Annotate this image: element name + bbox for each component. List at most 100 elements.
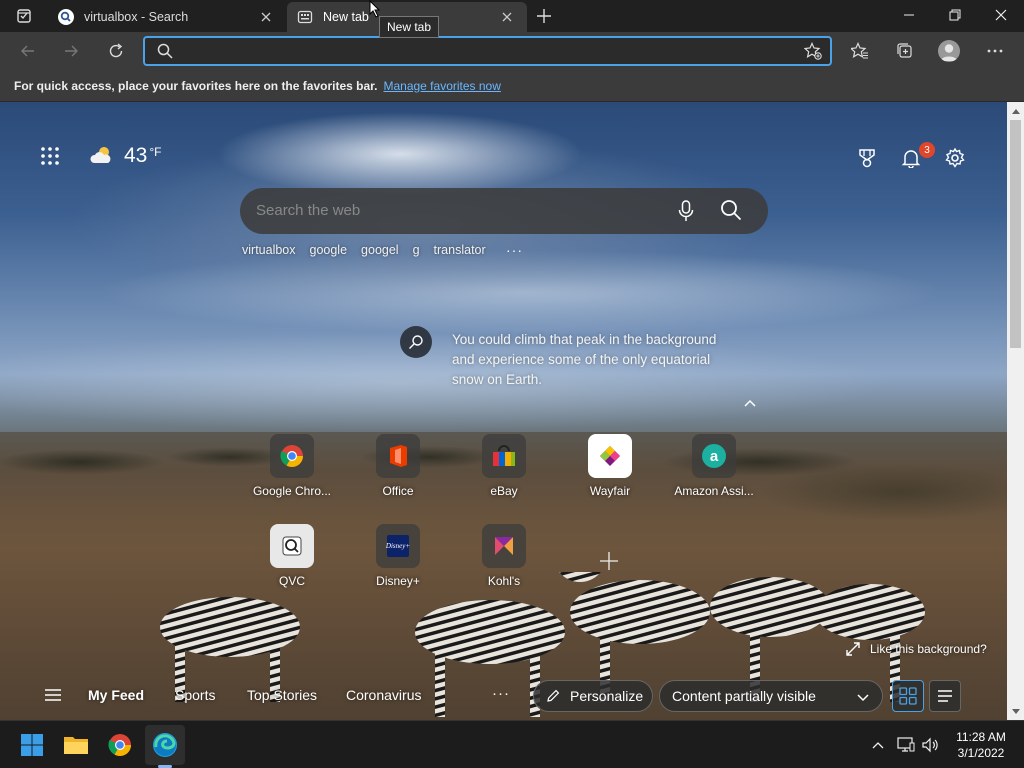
- quick-link-tile-kohls[interactable]: Kohl's: [456, 524, 552, 594]
- forward-button[interactable]: [56, 36, 86, 66]
- address-input[interactable]: [183, 41, 783, 61]
- edge-taskbar-icon[interactable]: [145, 725, 185, 765]
- recent-search-item[interactable]: virtualbox: [242, 243, 296, 257]
- voice-search-microphone-icon[interactable]: [678, 200, 694, 225]
- temperature: 43: [124, 144, 148, 167]
- quick-link-tile-ebay[interactable]: eBay: [456, 434, 552, 504]
- notifications-count-badge: 3: [919, 142, 935, 158]
- quick-link-tile-qvc[interactable]: QVC: [244, 524, 340, 594]
- tile-label: Office: [382, 484, 414, 498]
- restore-button[interactable]: [932, 0, 978, 30]
- recent-searches: virtualbox google googel g translator: [242, 243, 500, 257]
- show-hidden-icons-chevron-icon[interactable]: [868, 735, 888, 755]
- favorites-bar-message: For quick access, place your favorites h…: [14, 78, 378, 93]
- tab-title: virtualbox - Search: [84, 10, 189, 24]
- mouse-cursor-icon: [369, 0, 381, 21]
- tile-label: Kohl's: [487, 574, 521, 588]
- recent-searches-more-button[interactable]: ···: [506, 242, 523, 258]
- scroll-up-arrow-icon[interactable]: [1007, 102, 1024, 119]
- content-visibility-dropdown[interactable]: Content partially visible: [659, 680, 883, 712]
- weather-widget[interactable]: 43 °F: [90, 144, 162, 168]
- address-bar[interactable]: [143, 36, 832, 66]
- chrome-taskbar-icon[interactable]: [100, 725, 140, 765]
- page-settings-gear-icon[interactable]: [943, 146, 967, 170]
- clock-time: 11:28 AM: [956, 730, 1006, 744]
- office-icon: [376, 434, 420, 478]
- collections-icon[interactable]: [890, 36, 920, 66]
- file-explorer-icon[interactable]: [56, 725, 96, 765]
- quick-link-tile-disney-plus[interactable]: Disney+ Disney+: [350, 524, 446, 594]
- quick-link-tile-wayfair[interactable]: Wayfair: [562, 434, 658, 504]
- chrome-icon: [270, 434, 314, 478]
- volume-icon[interactable]: [920, 735, 940, 755]
- personalize-label: Personalize: [570, 688, 644, 704]
- feed-bar: My Feed Sports Top Stories Coronavirus ·…: [0, 675, 1007, 720]
- tab-actions-icon[interactable]: [6, 4, 42, 28]
- quick-link-tile-amazon-assistant[interactable]: a Amazon Assi...: [666, 434, 762, 504]
- tile-label: Disney+: [376, 574, 420, 588]
- feed-tab-my-feed[interactable]: My Feed: [88, 687, 144, 703]
- quick-link-tile-office[interactable]: Office: [350, 434, 446, 504]
- page-scrollbar[interactable]: [1007, 102, 1024, 720]
- close-window-button[interactable]: [978, 0, 1024, 30]
- kohls-icon: [482, 524, 526, 568]
- new-tab-button[interactable]: [532, 5, 556, 27]
- system-clock[interactable]: 11:28 AM 3/1/2022: [950, 729, 1012, 761]
- scroll-down-arrow-icon[interactable]: [1007, 703, 1024, 720]
- feed-more-button[interactable]: ···: [492, 685, 510, 702]
- feed-tab-coronavirus[interactable]: Coronavirus: [346, 687, 421, 703]
- temperature-unit: °F: [149, 145, 162, 159]
- profile-avatar[interactable]: [938, 40, 960, 62]
- tab-virtualbox-search[interactable]: virtualbox - Search: [48, 2, 286, 32]
- web-search-box[interactable]: Search the web: [240, 188, 768, 234]
- recent-search-item[interactable]: google: [310, 243, 348, 257]
- close-tab-icon[interactable]: [497, 7, 517, 27]
- settings-more-icon[interactable]: [980, 36, 1010, 66]
- feed-tab-top-stories[interactable]: Top Stories: [247, 687, 317, 703]
- tile-label: Amazon Assi...: [674, 484, 754, 498]
- tile-label: eBay: [490, 484, 518, 498]
- apps-launcher-icon[interactable]: [40, 146, 64, 170]
- like-background-text: Like this background?: [870, 642, 987, 656]
- like-background-link[interactable]: Like this background?: [846, 642, 987, 656]
- background-fact-text: You could climb that peak in the backgro…: [452, 332, 717, 387]
- content-visibility-value: Content partially visible: [672, 688, 816, 704]
- add-favorite-icon[interactable]: [803, 42, 822, 63]
- wayfair-icon: [588, 434, 632, 478]
- background-info-search-icon[interactable]: [400, 326, 432, 358]
- search-submit-icon[interactable]: [720, 199, 742, 224]
- tab-tooltip: New tab: [379, 16, 440, 38]
- quick-link-tile-google-chrome[interactable]: Google Chro...: [244, 434, 340, 504]
- feed-menu-icon[interactable]: [44, 688, 64, 708]
- recent-search-item[interactable]: g: [413, 243, 420, 257]
- grid-layout-icon: [899, 687, 917, 705]
- partly-cloudy-icon: [90, 145, 114, 168]
- feed-tab-sports[interactable]: Sports: [175, 687, 215, 703]
- favorites-icon[interactable]: [845, 36, 875, 66]
- personalize-button[interactable]: Personalize: [533, 680, 653, 712]
- tile-label: QVC: [278, 574, 305, 588]
- recent-search-item[interactable]: googel: [361, 243, 399, 257]
- rewards-icon[interactable]: [855, 146, 879, 170]
- network-icon[interactable]: [896, 735, 916, 755]
- expand-icon: [846, 642, 860, 656]
- browser-toolbar: [0, 32, 1024, 70]
- manage-favorites-link[interactable]: Manage favorites now: [383, 79, 500, 93]
- search-icon: [157, 43, 173, 62]
- recent-search-item[interactable]: translator: [434, 243, 486, 257]
- list-layout-button[interactable]: [929, 680, 961, 712]
- windows-start-icon[interactable]: [12, 725, 52, 765]
- refresh-button[interactable]: [101, 36, 131, 66]
- collapse-chevron-icon[interactable]: [743, 396, 759, 408]
- grid-layout-button[interactable]: [892, 680, 924, 712]
- minimize-button[interactable]: [886, 0, 932, 30]
- back-button[interactable]: [13, 36, 43, 66]
- bing-search-favicon-icon: [58, 9, 74, 25]
- new-tab-page: 43 °F 3 Search the web virtualbox google…: [0, 102, 1007, 720]
- scrollbar-thumb[interactable]: [1010, 120, 1021, 348]
- tile-label: Wayfair: [589, 484, 631, 498]
- tile-label: Google Chro...: [252, 484, 332, 498]
- add-quick-link-icon[interactable]: [598, 550, 620, 572]
- close-tab-icon[interactable]: [256, 7, 276, 27]
- disney-icon: Disney+: [376, 524, 420, 568]
